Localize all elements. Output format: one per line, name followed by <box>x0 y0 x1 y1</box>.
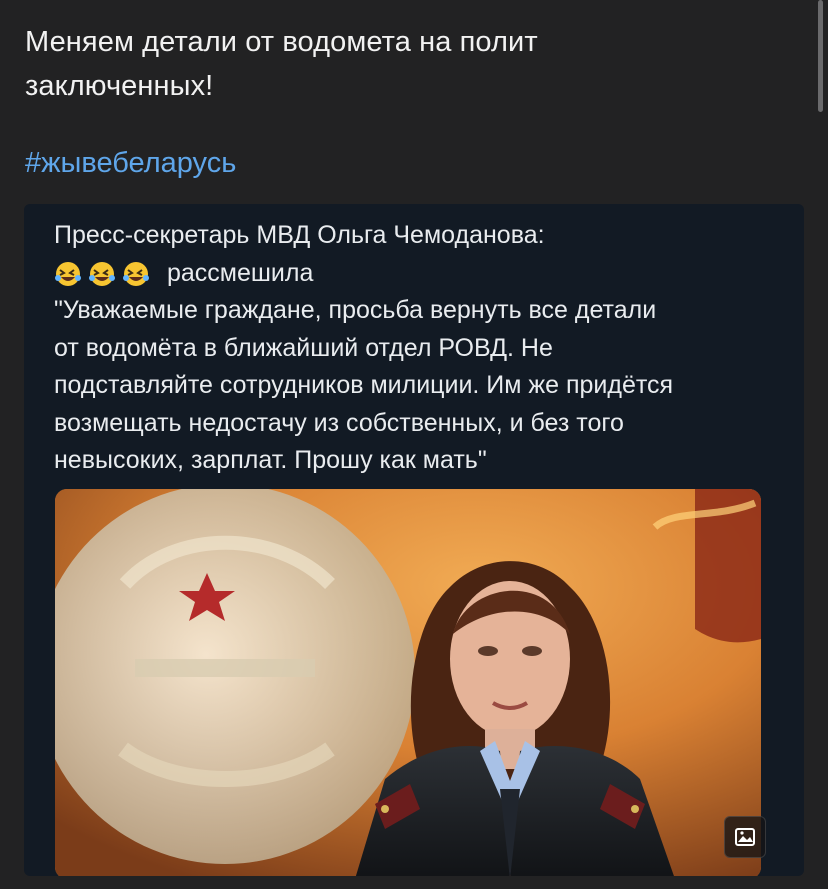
quote-line: от водомёта в ближайший отдел РОВД. Не <box>54 333 553 362</box>
rolling-on-floor-laughing-emoji <box>55 261 81 286</box>
open-image-button[interactable] <box>724 816 766 858</box>
message-line: Меняем детали от водомета на полит <box>25 26 538 58</box>
quote-line: подставляйте сотрудников милиции. Им же … <box>54 371 674 399</box>
image-icon <box>735 828 755 846</box>
quote-line: невысоких, зарплат. Прошу как мать" <box>54 446 487 474</box>
emoji-group <box>54 260 150 288</box>
screenshot-word: рассмешила <box>166 258 314 287</box>
screenshot-text: Пресс-секретарь МВД Ольга Чемоданова: ра… <box>54 217 774 480</box>
portrait-photo <box>55 489 761 876</box>
hashtag-link[interactable]: #жывебеларусь <box>25 143 236 183</box>
message-line: заключенных! <box>25 70 214 102</box>
scrollbar[interactable] <box>818 0 823 112</box>
screenshot-line: рассмешила <box>54 255 774 293</box>
quote-line: возмещать недостачу из собственных, и бе… <box>54 408 624 437</box>
rolling-on-floor-laughing-emoji <box>123 261 149 286</box>
portrait-illustration <box>55 489 761 876</box>
attached-image[interactable]: Пресс-секретарь МВД Ольга Чемоданова: ра… <box>24 204 804 876</box>
quote-line: "Уважаемые граждане, просьба вернуть все… <box>54 296 657 324</box>
rolling-on-floor-laughing-emoji <box>89 261 115 286</box>
screenshot-line: Пресс-секретарь МВД Ольга Чемоданова: <box>54 221 545 249</box>
message-text: Меняем детали от водомета на полит заклю… <box>25 20 745 108</box>
